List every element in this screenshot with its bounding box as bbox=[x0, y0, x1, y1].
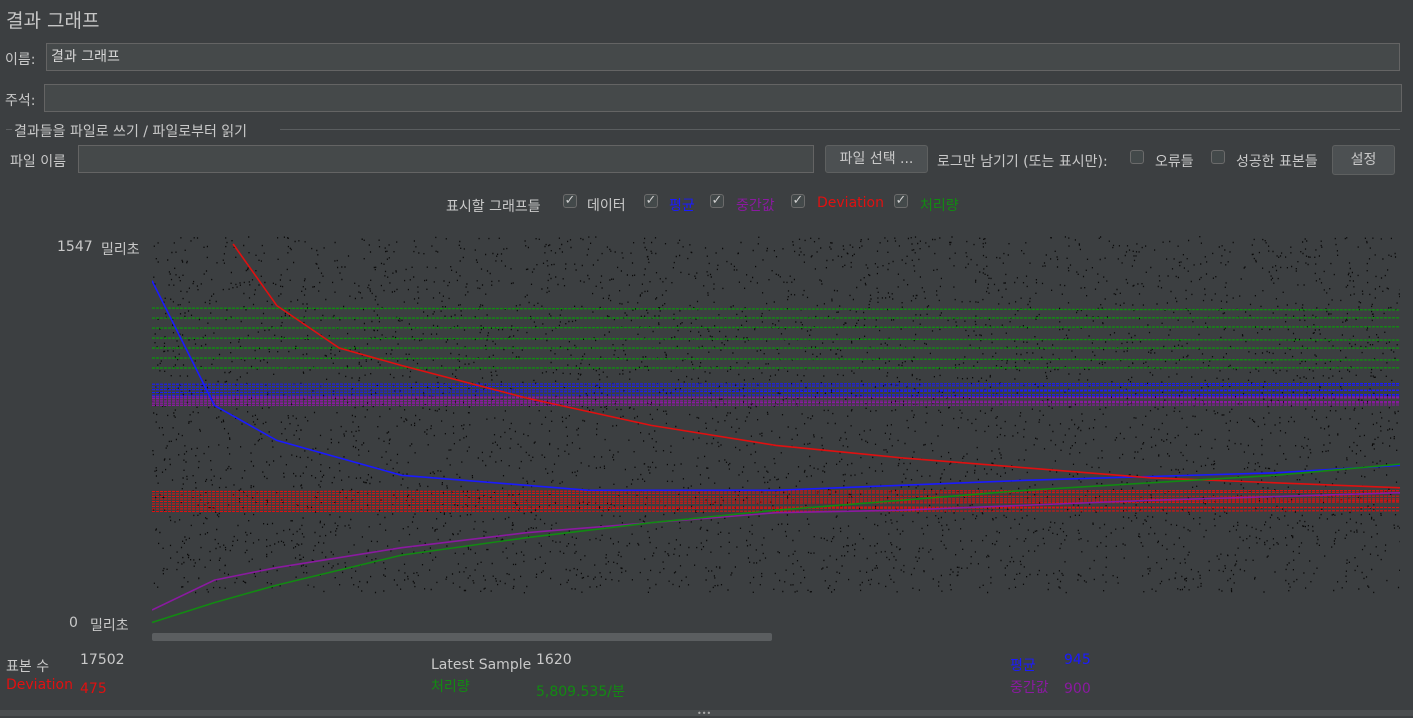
band-line bbox=[152, 338, 1400, 340]
filename-field[interactable] bbox=[78, 145, 814, 173]
deviation-label: Deviation bbox=[6, 677, 73, 693]
throughput-graph-checkbox[interactable]: ✓ bbox=[894, 194, 908, 208]
filename-label: 파일 이름 bbox=[10, 151, 66, 171]
name-field[interactable]: 결과 그래프 bbox=[46, 43, 1400, 71]
band-line bbox=[152, 400, 1400, 402]
latest-sample-value: 1620 bbox=[536, 652, 572, 668]
resize-grip-icon[interactable]: ••• bbox=[697, 712, 711, 715]
median-graph-label: 중간값 bbox=[736, 195, 775, 215]
average-graph-checkbox[interactable]: ✓ bbox=[644, 194, 658, 208]
comment-field[interactable] bbox=[44, 84, 1402, 112]
average-value: 945 bbox=[1064, 652, 1091, 668]
errors-label: 오류들 bbox=[1155, 151, 1194, 171]
errors-checkbox[interactable] bbox=[1130, 150, 1144, 164]
y-axis-min-unit: 밀리초 bbox=[90, 615, 129, 635]
log-only-label: 로그만 남기기 (또는 표시만): bbox=[937, 151, 1108, 171]
band-line bbox=[152, 391, 1400, 393]
statistic-lines bbox=[152, 244, 1400, 623]
y-axis-max-value: 1547 bbox=[57, 239, 93, 255]
section-divider-left bbox=[6, 129, 12, 130]
configure-button[interactable]: 설정 bbox=[1332, 145, 1395, 175]
band-line bbox=[152, 384, 1400, 385]
file-section-header: 결과들을 파일로 쓰기 / 파일로부터 읽기 bbox=[14, 121, 247, 141]
comment-label: 주석: bbox=[5, 90, 35, 110]
band-line bbox=[152, 501, 1400, 502]
graph-horizontal-scrollbar[interactable] bbox=[152, 633, 772, 641]
deviation-value: 475 bbox=[80, 681, 107, 697]
throughput-label: 처리량 bbox=[431, 676, 470, 696]
data-graph-label: 데이터 bbox=[587, 195, 626, 215]
latest-sample-label: Latest Sample bbox=[431, 657, 531, 673]
sample-dots bbox=[152, 236, 1400, 593]
deviation-graph-checkbox[interactable]: ✓ bbox=[791, 194, 805, 208]
samples-value: 17502 bbox=[80, 652, 125, 668]
average-graph-label: 평균 bbox=[669, 195, 695, 215]
name-label: 이름: bbox=[5, 49, 35, 69]
band-line bbox=[152, 308, 1400, 310]
band-line bbox=[152, 492, 1400, 494]
throughput-value: 5,809.535/분 bbox=[536, 681, 625, 701]
successes-label: 성공한 표본들 bbox=[1236, 151, 1318, 171]
series-line bbox=[233, 244, 1400, 488]
panel-title: 결과 그래프 bbox=[6, 6, 99, 33]
series-line bbox=[152, 464, 1400, 622]
deviation-graph-label: Deviation bbox=[817, 195, 884, 211]
throughput-graph-label: 처리량 bbox=[920, 195, 959, 215]
band-line bbox=[152, 327, 1400, 328]
data-points bbox=[152, 236, 1400, 593]
results-graph bbox=[152, 226, 1400, 632]
average-label: 평균 bbox=[1010, 655, 1036, 675]
successes-checkbox[interactable] bbox=[1211, 150, 1225, 164]
band-line bbox=[152, 395, 1400, 396]
band-line bbox=[152, 358, 1400, 360]
section-divider bbox=[280, 129, 1400, 130]
y-axis-min-value: 0 bbox=[69, 615, 78, 631]
band-line bbox=[152, 385, 1400, 387]
data-graph-checkbox[interactable]: ✓ bbox=[563, 194, 577, 208]
browse-button[interactable]: 파일 선택 ... bbox=[825, 145, 928, 173]
median-graph-checkbox[interactable]: ✓ bbox=[710, 194, 724, 208]
median-label: 중간값 bbox=[1010, 677, 1049, 697]
samples-label: 표본 수 bbox=[6, 656, 49, 676]
y-axis-max-unit: 밀리초 bbox=[101, 239, 140, 259]
band-line bbox=[152, 502, 1400, 504]
median-value: 900 bbox=[1064, 681, 1091, 697]
graphs-label: 표시할 그래프들 bbox=[446, 196, 541, 216]
